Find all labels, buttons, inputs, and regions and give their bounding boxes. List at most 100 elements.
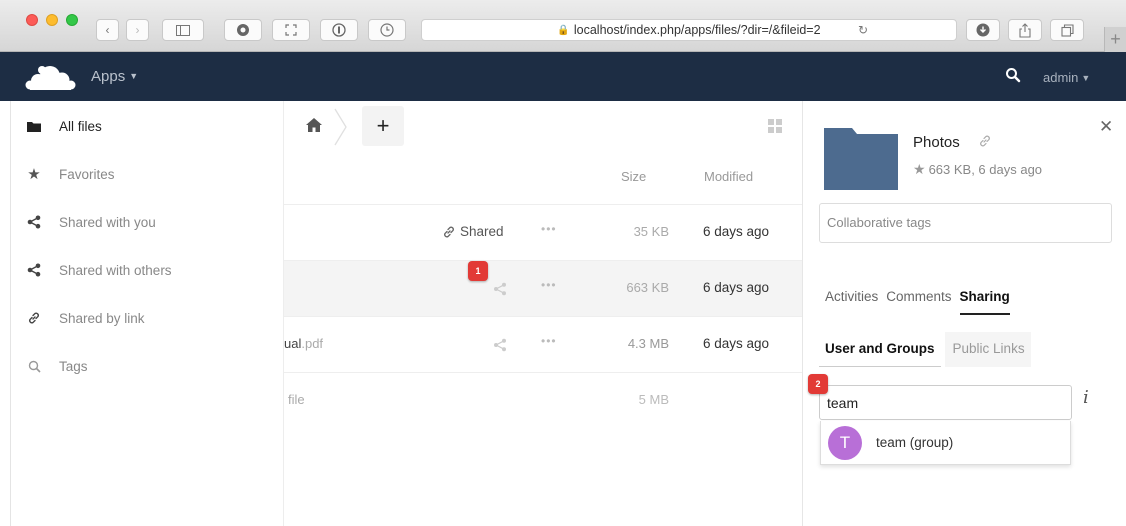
file-modified: 6 days ago — [703, 224, 770, 239]
apps-menu[interactable]: Apps ▼ — [91, 68, 138, 85]
reload-icon[interactable]: ↻ — [858, 23, 868, 37]
app-header: Apps ▼ admin ▼ — [0, 52, 1126, 101]
folder-thumbnail-icon — [824, 128, 898, 190]
share-upload-icon — [1019, 22, 1031, 38]
share-icon[interactable] — [493, 338, 507, 352]
caret-down-icon: ▼ — [129, 71, 139, 81]
file-name[interactable]: file — [288, 392, 305, 407]
forward-button[interactable]: › — [126, 19, 149, 41]
star-icon[interactable]: ★ — [913, 161, 926, 177]
file-size: 4.3 MB — [627, 336, 669, 351]
file-size: 35 KB — [633, 224, 669, 239]
file-row[interactable]: ••• 663 KB 6 days ago — [284, 260, 802, 316]
details-sidebar: ✕ Photos ★ 663 KB, 6 days ago Collaborati… — [802, 101, 1126, 526]
nav-shared-with-you[interactable]: Shared with you — [11, 198, 285, 246]
minimize-window-button[interactable] — [46, 14, 58, 26]
shared-indicator[interactable]: Shared — [442, 224, 504, 239]
file-name[interactable]: ual.pdf — [284, 336, 323, 351]
info-icon[interactable]: i — [1083, 387, 1089, 408]
tabs-overview-button[interactable] — [1050, 19, 1084, 41]
file-row[interactable]: Shared ••• 35 KB 6 days ago — [284, 204, 802, 260]
details-meta-text: 663 KB, 6 days ago — [928, 162, 1043, 177]
new-tab-button[interactable]: + — [1104, 27, 1126, 52]
shared-label: Shared — [460, 224, 504, 239]
file-size: 5 MB — [638, 392, 669, 407]
extension-expand-button[interactable] — [272, 19, 310, 41]
nav-shared-with-others[interactable]: Shared with others — [11, 246, 285, 294]
grammarly-icon — [237, 24, 249, 36]
close-window-button[interactable] — [26, 14, 38, 26]
file-size: 663 KB — [626, 280, 669, 295]
app-navigation: All files ★ Favorites Shared with you Sh… — [10, 101, 284, 526]
expand-icon — [285, 24, 297, 36]
nav-label: Tags — [59, 358, 88, 374]
file-actions-menu[interactable]: ••• — [541, 278, 557, 292]
grid-view-icon[interactable] — [768, 119, 782, 133]
step-badge: 1 — [468, 261, 488, 281]
downloads-button[interactable] — [966, 19, 1000, 41]
file-actions-menu[interactable]: ••• — [541, 222, 557, 236]
file-actions-menu[interactable]: ••• — [541, 334, 557, 348]
new-file-button[interactable]: + — [362, 106, 404, 146]
nav-favorites[interactable]: ★ Favorites — [11, 150, 285, 198]
extension-history-button[interactable] — [368, 19, 406, 41]
nav-all-files[interactable]: All files — [11, 102, 285, 150]
folder-icon — [27, 119, 41, 133]
autocomplete-suggestion[interactable]: T team (group) — [820, 421, 1071, 465]
user-menu[interactable]: admin ▼ — [1043, 70, 1090, 85]
user-name: admin — [1043, 70, 1079, 85]
extension-password-button[interactable] — [320, 19, 358, 41]
column-header-size[interactable]: Size — [621, 169, 646, 184]
step-badge: 2 — [808, 374, 828, 394]
link-icon — [444, 226, 454, 237]
back-button[interactable]: ‹ — [96, 19, 119, 41]
sidebar-toggle-button[interactable] — [162, 19, 204, 41]
subtab-user-and-groups[interactable]: User and Groups — [819, 332, 941, 367]
address-text: localhost/index.php/apps/files/?dir=/&fi… — [573, 23, 821, 37]
share-icon[interactable] — [493, 282, 507, 296]
lock-icon: 🔒 — [557, 24, 570, 36]
nav-tags[interactable]: Tags — [11, 342, 285, 390]
tab-comments[interactable]: Comments — [886, 289, 951, 315]
caret-down-icon: ▼ — [1081, 73, 1091, 83]
nav-shared-by-link[interactable]: Shared by link — [11, 294, 285, 342]
download-icon — [976, 23, 990, 37]
file-row[interactable]: ual.pdf ••• 4.3 MB 6 days ago — [284, 316, 802, 372]
nav-label: Shared by link — [59, 310, 145, 326]
clock-icon — [380, 23, 394, 37]
suggestion-label: team (group) — [876, 435, 954, 450]
star-icon: ★ — [27, 166, 41, 183]
nav-label: Shared with you — [59, 214, 156, 230]
share-with-input[interactable]: team — [819, 385, 1072, 420]
file-modified: 6 days ago — [703, 336, 770, 351]
tab-sharing[interactable]: Sharing — [959, 289, 1010, 315]
extension-g-button[interactable] — [224, 19, 262, 41]
address-bar[interactable]: 🔒 localhost/index.php/apps/files/?dir=/&… — [421, 19, 957, 41]
file-extension: .pdf — [301, 336, 324, 351]
nav-label: Favorites — [59, 166, 115, 182]
link-icon[interactable] — [978, 134, 992, 148]
sidebar-icon — [176, 24, 190, 36]
home-icon[interactable] — [306, 118, 322, 132]
column-header-modified[interactable]: Modified — [704, 169, 753, 184]
file-row[interactable]: file 5 MB — [284, 372, 802, 428]
sharing-subtabs: User and Groups Public Links — [819, 332, 1031, 367]
collaborative-tags-input[interactable]: Collaborative tags — [819, 203, 1112, 243]
share-page-button[interactable] — [1008, 19, 1042, 41]
file-basename: ual — [284, 336, 302, 351]
breadcrumb-separator — [334, 108, 347, 146]
search-icon[interactable] — [1005, 67, 1021, 83]
file-modified: 6 days ago — [703, 280, 770, 295]
close-icon[interactable]: ✕ — [1099, 117, 1113, 137]
tabs-icon — [1060, 23, 1074, 37]
link-icon — [27, 311, 41, 325]
share-icon — [27, 215, 41, 229]
browser-toolbar: ‹ › 🔒 localhost/index.php/apps/files/?di… — [0, 0, 1126, 52]
owncloud-logo-icon[interactable] — [22, 62, 78, 92]
file-list: + Size Modified Shared ••• 35 KB 6 days … — [284, 101, 802, 526]
zoom-window-button[interactable] — [66, 14, 78, 26]
subtab-public-links[interactable]: Public Links — [944, 332, 1031, 367]
nav-label: All files — [59, 118, 102, 134]
tab-activities[interactable]: Activities — [825, 289, 878, 315]
search-icon — [27, 359, 41, 373]
